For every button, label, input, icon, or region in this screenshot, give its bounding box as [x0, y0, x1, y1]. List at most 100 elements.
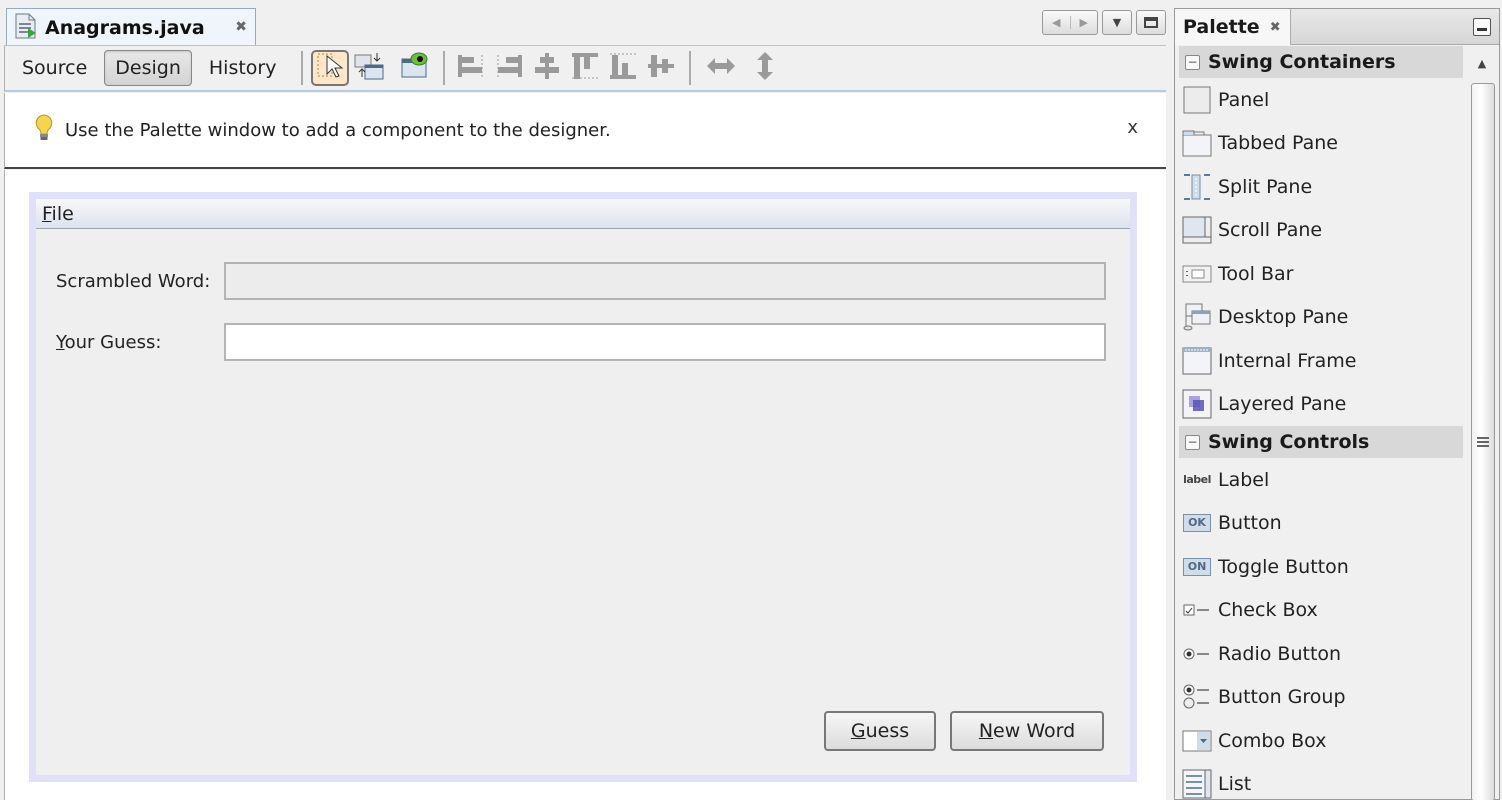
palette-item-radio-button[interactable]: Radio Button: [1175, 632, 1463, 676]
check-box-icon: [1181, 595, 1213, 625]
connection-mode-icon: [353, 51, 385, 85]
guess-button[interactable]: Guess: [824, 711, 936, 751]
lightbulb-icon: [33, 113, 55, 147]
align-top-icon: [570, 51, 600, 85]
palette-item-internal-frame[interactable]: Internal Frame: [1175, 339, 1463, 383]
scrambled-word-label: Scrambled Word:: [56, 271, 211, 292]
dropdown-icon: ▼: [1112, 16, 1122, 29]
right-arrow-icon[interactable]: ▶: [1069, 16, 1098, 29]
palette-hint-bar: Use the Palette window to add a componen…: [4, 93, 1166, 169]
palette-item-layered-pane[interactable]: Layered Pane: [1175, 383, 1463, 427]
category-swing-containers[interactable]: − Swing Containers: [1179, 46, 1463, 78]
align-left-button[interactable]: [453, 50, 489, 86]
document-tab-title: Anagrams.java: [45, 16, 205, 39]
center-horizontally-button[interactable]: [529, 50, 565, 86]
align-bottom-button[interactable]: [605, 50, 641, 86]
palette-item-panel[interactable]: Panel: [1175, 78, 1463, 122]
tab-history[interactable]: History: [198, 50, 288, 86]
palette-header: Palette ✖: [1175, 9, 1499, 45]
button-group-icon: [1181, 682, 1213, 712]
palette-item-label[interactable]: label Label: [1175, 458, 1463, 502]
align-bottom-icon: [608, 51, 638, 85]
maximize-icon: [1144, 17, 1158, 28]
horizontal-resize-icon: [705, 51, 737, 85]
scrambled-word-field[interactable]: [224, 262, 1106, 300]
align-right-icon: [494, 51, 524, 85]
selection-mode-button[interactable]: [311, 50, 350, 86]
designer-toolbar: Source Design History: [4, 45, 1166, 92]
cursor-select-icon: [315, 51, 345, 85]
menu-file-rest: ile: [51, 202, 74, 225]
palette-item-button-group[interactable]: Button Group: [1175, 676, 1463, 720]
scroll-thumb[interactable]: [1471, 83, 1495, 800]
grip-icon: [1477, 435, 1489, 449]
form-menu-bar: File: [36, 199, 1130, 229]
toolbar-separator: [689, 51, 692, 85]
palette-window: Palette ✖ − Swing Containers Panel Tabbe…: [1174, 8, 1500, 800]
toolbar-separator: [301, 51, 304, 85]
menu-file[interactable]: File: [42, 203, 74, 225]
collapse-icon[interactable]: −: [1185, 434, 1200, 450]
layered-pane-icon: [1181, 389, 1213, 419]
horizontal-resizability-button[interactable]: [703, 50, 739, 86]
list-icon: [1181, 769, 1213, 799]
vertical-resize-icon: [750, 50, 780, 86]
palette-item-check-box[interactable]: Check Box: [1175, 589, 1463, 633]
maximize-window-button[interactable]: [1136, 10, 1166, 35]
center-horizontal-icon: [532, 51, 562, 85]
your-guess-field[interactable]: [224, 323, 1106, 361]
desktop-pane-icon: [1181, 302, 1213, 332]
ide-window: Anagrams.java ✖ ◀ ▶ ▼ Source Design Hist…: [0, 0, 1502, 800]
tab-design[interactable]: Design: [104, 50, 192, 86]
palette-item-toggle-button[interactable]: ON Toggle Button: [1175, 545, 1463, 589]
palette-tab[interactable]: Palette ✖: [1175, 9, 1291, 45]
editor-tab-row: Anagrams.java ✖ ◀ ▶ ▼: [0, 0, 1168, 46]
palette-item-tabbed-pane[interactable]: Tabbed Pane: [1175, 122, 1463, 166]
form-editor: Anagrams.java ✖ ◀ ▶ ▼ Source Design Hist…: [0, 0, 1168, 800]
scroll-pane-icon: [1181, 215, 1213, 245]
palette-item-combo-box[interactable]: Combo Box: [1175, 719, 1463, 763]
tab-source[interactable]: Source: [11, 50, 98, 86]
close-icon[interactable]: ✖: [1270, 20, 1281, 35]
tabbed-pane-icon: [1181, 128, 1213, 158]
connection-mode-button[interactable]: [351, 50, 387, 86]
tool-bar-icon: [1181, 259, 1213, 289]
hint-text: Use the Palette window to add a componen…: [65, 119, 611, 141]
palette-item-split-pane[interactable]: Split Pane: [1175, 165, 1463, 209]
split-pane-icon: [1181, 172, 1213, 202]
vertical-resizability-button[interactable]: [747, 50, 783, 86]
palette-title: Palette: [1183, 16, 1260, 38]
eye-preview-icon: [399, 51, 431, 85]
palette-item-scroll-pane[interactable]: Scroll Pane: [1175, 209, 1463, 253]
jframe-form[interactable]: File Scrambled Word: Your Guess: Guess N…: [29, 192, 1137, 782]
toggle-button-icon: ON: [1181, 552, 1213, 582]
internal-frame-icon: [1181, 346, 1213, 376]
center-vertically-button[interactable]: [643, 50, 679, 86]
align-right-button[interactable]: [491, 50, 527, 86]
left-arrow-icon[interactable]: ◀: [1043, 16, 1070, 29]
document-tab[interactable]: Anagrams.java ✖: [6, 8, 256, 46]
collapse-icon[interactable]: −: [1185, 54, 1200, 70]
align-top-button[interactable]: [567, 50, 603, 86]
scroll-up-arrow-icon[interactable]: ▲: [1467, 49, 1497, 77]
show-documents-list-button[interactable]: ▼: [1102, 10, 1132, 35]
radio-button-icon: [1181, 639, 1213, 669]
close-hint-button[interactable]: x: [1127, 117, 1138, 138]
palette-scrollbar[interactable]: ▲: [1467, 49, 1497, 800]
minimize-icon[interactable]: [1473, 18, 1491, 36]
button-icon: OK: [1181, 508, 1213, 538]
center-vertical-icon: [646, 51, 676, 85]
palette-item-desktop-pane[interactable]: Desktop Pane: [1175, 296, 1463, 340]
preview-design-button[interactable]: [397, 50, 433, 86]
toolbar-separator: [443, 51, 446, 85]
design-canvas: File Scrambled Word: Your Guess: Guess N…: [4, 170, 1166, 800]
palette-item-tool-bar[interactable]: Tool Bar: [1175, 252, 1463, 296]
close-icon[interactable]: ✖: [235, 19, 247, 35]
tab-scroll-buttons: ◀ ▶: [1042, 10, 1098, 35]
palette-list: − Swing Containers Panel Tabbed Pane Spl…: [1175, 46, 1463, 800]
new-word-button[interactable]: New Word: [950, 711, 1104, 751]
category-swing-controls[interactable]: − Swing Controls: [1179, 426, 1463, 458]
your-guess-label: Your Guess:: [56, 332, 162, 353]
palette-item-button[interactable]: OK Button: [1175, 502, 1463, 546]
palette-item-list[interactable]: List: [1175, 763, 1463, 800]
